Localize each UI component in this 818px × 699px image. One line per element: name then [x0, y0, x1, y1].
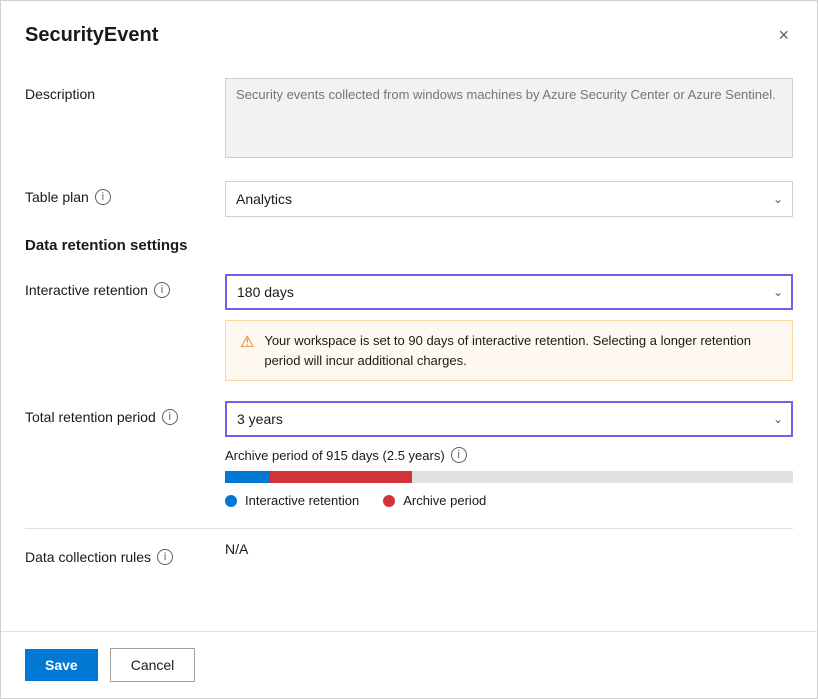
interactive-retention-info-icon[interactable]: i [154, 282, 170, 298]
interactive-retention-control-area: 180 days ⌄ ⚠ Your workspace is set to 90… [225, 274, 793, 381]
description-label: Description [25, 78, 225, 102]
data-collection-value: N/A [225, 533, 248, 557]
interactive-retention-select-wrapper: 180 days ⌄ [225, 274, 793, 310]
retention-progress-bar [225, 471, 793, 483]
total-retention-select-wrapper: 3 years ⌄ [225, 401, 793, 437]
data-collection-info-icon[interactable]: i [157, 549, 173, 565]
archive-legend-label: Archive period [403, 493, 486, 508]
interactive-retention-row: Interactive retention i 180 days ⌄ ⚠ You… [25, 274, 793, 381]
interactive-legend-item: Interactive retention [225, 493, 359, 508]
section-divider [25, 528, 793, 529]
archive-legend-dot [383, 495, 395, 507]
data-collection-label: Data collection rules i [25, 541, 225, 565]
table-plan-label: Table plan i [25, 181, 225, 205]
dialog-body: Description Table plan i Analytics ⌄ [1, 62, 817, 631]
dialog-title: SecurityEvent [25, 24, 158, 47]
interactive-retention-select[interactable]: 180 days [225, 274, 793, 310]
dialog-header: SecurityEvent × [1, 1, 817, 62]
archive-legend-item: Archive period [383, 493, 486, 508]
description-textarea[interactable] [225, 78, 793, 158]
archive-info: Archive period of 915 days (2.5 years) i [225, 447, 793, 463]
table-plan-control-area: Analytics ⌄ [225, 181, 793, 217]
interactive-progress-segment [225, 471, 270, 483]
security-event-dialog: SecurityEvent × Description Table plan i… [0, 0, 818, 699]
table-plan-select[interactable]: Analytics [225, 181, 793, 217]
table-plan-row: Table plan i Analytics ⌄ [25, 181, 793, 217]
table-plan-select-wrapper: Analytics ⌄ [225, 181, 793, 217]
total-retention-control-area: 3 years ⌄ Archive period of 915 days (2.… [225, 401, 793, 508]
table-plan-info-icon[interactable]: i [95, 189, 111, 205]
interactive-legend-label: Interactive retention [245, 493, 359, 508]
data-collection-value-area: N/A [225, 541, 793, 557]
cancel-button[interactable]: Cancel [110, 648, 196, 682]
empty-progress-segment [412, 471, 793, 483]
total-retention-row: Total retention period i 3 years ⌄ Archi… [25, 401, 793, 508]
total-retention-select[interactable]: 3 years [225, 401, 793, 437]
retention-legend: Interactive retention Archive period [225, 493, 793, 508]
warning-text: Your workspace is set to 90 days of inte… [264, 331, 778, 370]
total-retention-label: Total retention period i [25, 401, 225, 425]
warning-box: ⚠ Your workspace is set to 90 days of in… [225, 320, 793, 381]
interactive-retention-label: Interactive retention i [25, 274, 225, 298]
interactive-legend-dot [225, 495, 237, 507]
warning-triangle-icon: ⚠ [240, 332, 254, 352]
dialog-footer: Save Cancel [1, 631, 817, 698]
archive-info-icon[interactable]: i [451, 447, 467, 463]
description-control-area [225, 78, 793, 161]
description-row: Description [25, 78, 793, 161]
save-button[interactable]: Save [25, 649, 98, 681]
archive-progress-segment [270, 471, 412, 483]
data-collection-row: Data collection rules i N/A [25, 541, 793, 565]
close-button[interactable]: × [774, 21, 793, 50]
data-retention-heading: Data retention settings [25, 237, 793, 254]
total-retention-info-icon[interactable]: i [162, 409, 178, 425]
